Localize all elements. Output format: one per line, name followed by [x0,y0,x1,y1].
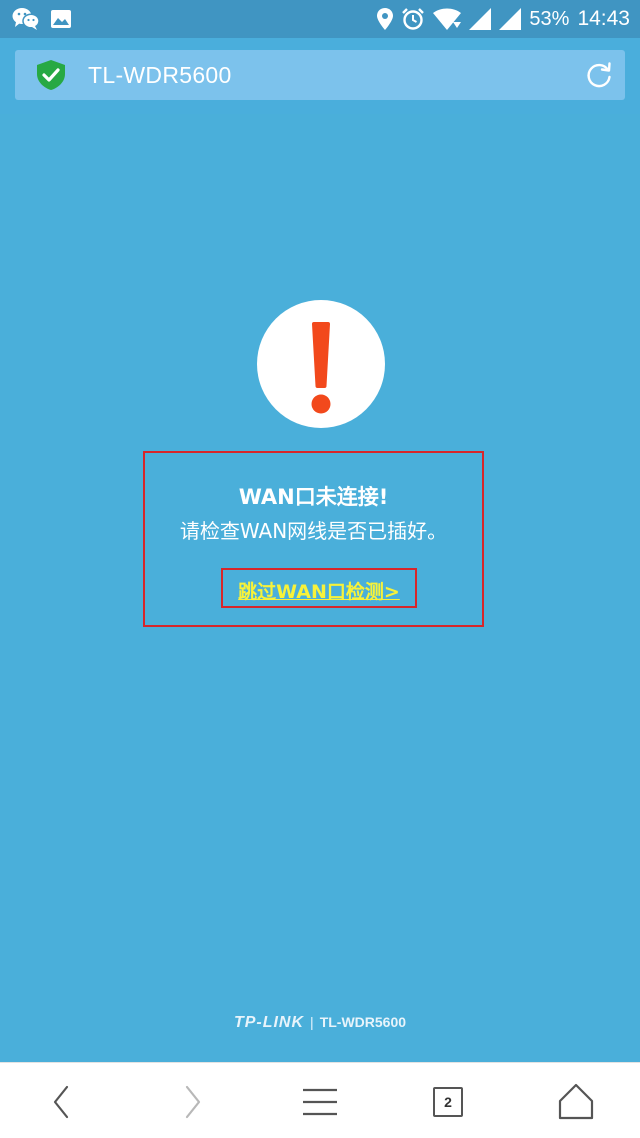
location-icon [377,8,394,30]
bottom-nav: 2 [0,1062,640,1138]
battery-percent: 53% [529,7,570,30]
home-icon [558,1083,594,1120]
page-title[interactable]: TL-WDR5600 [88,62,232,89]
alert-badge [257,300,385,428]
status-right: 53% 14:43 [377,7,630,31]
footer-brand: TP-LINK | TL-WDR5600 [0,1014,640,1032]
model-name: TL-WDR5600 [319,1014,407,1030]
exclamation-icon [311,322,331,414]
image-icon [50,9,72,29]
alert-title: WAN口未连接! [238,485,389,509]
clock: 14:43 [577,7,630,30]
status-left [12,7,72,31]
menu-button[interactable] [298,1081,342,1125]
forward-icon [185,1085,201,1119]
back-button[interactable] [40,1081,84,1125]
back-icon [53,1085,69,1119]
menu-icon [303,1088,337,1116]
home-button[interactable] [554,1081,598,1125]
main-content: WAN口未连接! 请检查WAN网线是否已插好。 跳过WAN口检测> TP-LIN… [0,114,640,1062]
skip-wan-check-link[interactable]: 跳过WAN口检测> [223,577,415,604]
forward-button[interactable] [170,1081,214,1125]
wifi-icon [433,8,462,30]
wechat-icon [12,7,40,31]
brand-separator: | [310,1014,314,1030]
alert-subtitle: 请检查WAN网线是否已插好。 [179,519,448,543]
tp-link-logo: TP-LINK [233,1014,305,1031]
address-bar[interactable]: TL-WDR5600 [15,50,625,100]
message-box: WAN口未连接! 请检查WAN网线是否已插好。 跳过WAN口检测> [143,451,484,627]
status-bar: 53% 14:43 [0,0,640,38]
tabs-icon: 2 [433,1087,463,1117]
alarm-icon [401,7,425,31]
skip-link-box: 跳过WAN口检测> [221,568,417,608]
signal-icon [499,8,522,30]
tabs-button[interactable]: 2 [426,1081,470,1125]
browser-toolbar: TL-WDR5600 [0,38,640,114]
signal-icon [469,8,492,30]
reload-icon[interactable] [585,61,613,93]
shield-check-icon[interactable] [37,60,65,94]
